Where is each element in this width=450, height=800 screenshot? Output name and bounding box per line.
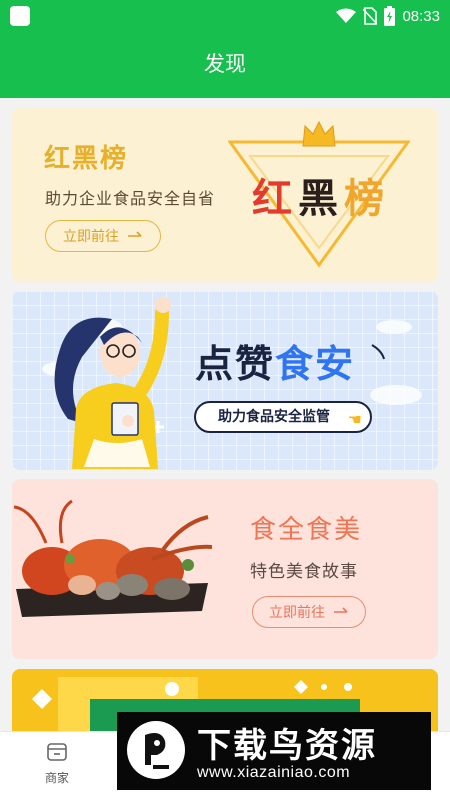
watermark-banner: 下载鸟资源 www.xiazainiao.com (117, 712, 431, 790)
like-food-safety-title: 点赞食安 (195, 333, 355, 388)
pointing-hand-icon: ☚ (347, 410, 362, 429)
red-black-title: 红黑榜 (44, 144, 129, 174)
red-black-go-button[interactable]: 立即前往 (45, 220, 161, 252)
badge-char-red: 红 (252, 176, 298, 222)
wifi-icon (336, 8, 357, 23)
crown-icon (302, 120, 336, 147)
clouds-decoration (370, 320, 422, 405)
go-button-label: 立即前往 (63, 229, 119, 245)
red-black-subtitle: 助力企业食品安全自省 (45, 189, 216, 208)
store-icon (47, 743, 67, 761)
food-go-button[interactable]: 立即前往 (252, 596, 366, 628)
red-black-list-card[interactable]: 红黑榜 助力企业食品安全自省 立即前往 红黑榜 (12, 108, 438, 282)
seafood-platter-illustration (13, 499, 212, 617)
status-time: 08:33 (402, 7, 440, 25)
arrow-right-icon (334, 607, 348, 613)
watermark-url: www.xiazainiao.com (197, 764, 351, 781)
watermark-text: 下载鸟资源 (197, 726, 377, 766)
pill-label: 助力食品安全监管 (218, 409, 330, 425)
battery-charging-icon (384, 6, 396, 26)
food-story-card[interactable]: 食全食美 特色美食故事 立即前往 (12, 479, 438, 659)
badge-char-black: 黑 (298, 176, 344, 222)
nav-label-store: 商家 (44, 771, 69, 785)
notification-square-icon (10, 6, 30, 26)
food-card-title: 食全食美 (250, 515, 363, 545)
no-sim-icon (363, 7, 378, 25)
page-title: 发现 (204, 52, 246, 76)
food-safety-supervision-pill: 助力食品安全监管 ☚ (194, 401, 372, 433)
red-black-badge-text: 红黑榜 (252, 166, 390, 224)
woman-with-book-illustration (42, 297, 171, 469)
food-card-subtitle: 特色美食故事 (250, 562, 358, 582)
title-part-like: 点赞 (195, 342, 276, 386)
like-food-safety-card[interactable]: 点赞食安 助力食品安全监管 ☚ (12, 291, 438, 470)
status-icons: 08:33 (336, 6, 440, 26)
app-header: 发现 (0, 32, 450, 98)
status-bar: 08:33 (0, 0, 450, 32)
title-part-food-safety: 食安 (275, 342, 356, 386)
go-button-label: 立即前往 (269, 605, 325, 621)
arrow-right-icon (128, 231, 142, 237)
nav-item-store[interactable]: 商家 (22, 740, 92, 786)
badge-char-list: 榜 (344, 176, 390, 222)
watermark-logo-icon (127, 721, 185, 779)
